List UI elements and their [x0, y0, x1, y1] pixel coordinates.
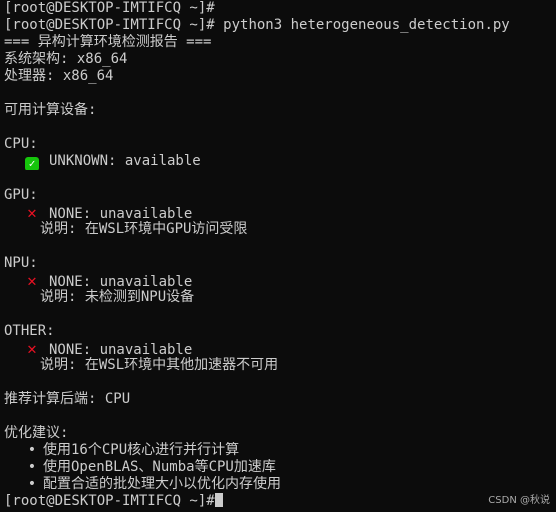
- cross-icon: ✕: [27, 272, 37, 289]
- shell-prompt: [root@DESKTOP-IMTIFCQ ~]#: [4, 17, 215, 33]
- command-text: python3 heterogeneous_detection.py: [223, 17, 510, 33]
- status-text: NONE: unavailable: [49, 342, 193, 357]
- section-cpu-status: ✓ UNKNOWN: available: [4, 153, 556, 170]
- section-cpu-title: CPU:: [4, 136, 38, 152]
- bullet-icon: •: [27, 459, 37, 475]
- section-npu-status: ✕ NONE: unavailable: [4, 272, 556, 289]
- final-prompt-line: [root@DESKTOP-IMTIFCQ ~]#: [4, 493, 556, 510]
- section-npu-note: 说明: 未检测到NPU设备: [40, 289, 195, 305]
- command-line: [root@DESKTOP-IMTIFCQ ~]# python3 hetero…: [4, 17, 556, 34]
- section-other-status: ✕ NONE: unavailable: [4, 340, 556, 357]
- watermark: CSDN @秋说: [488, 495, 550, 506]
- cross-icon: ✕: [27, 340, 37, 357]
- shell-prompt: [root@DESKTOP-IMTIFCQ ~]#: [4, 0, 215, 16]
- report-title: === 异构计算环境检测报告 ===: [4, 34, 212, 50]
- bullet-icon: •: [27, 442, 37, 458]
- suggestion-item: • 使用OpenBLAS、Numba等CPU加速库: [4, 459, 556, 476]
- section-other-title: OTHER:: [4, 323, 55, 339]
- status-text: NONE: unavailable: [49, 206, 193, 221]
- backend-line: 推荐计算后端: CPU: [4, 391, 131, 407]
- devices-heading: 可用计算设备:: [4, 102, 97, 118]
- status-text: UNKNOWN: available: [49, 153, 201, 169]
- cross-icon: ✕: [27, 204, 37, 221]
- suggestion-item: • 使用16个CPU核心进行并行计算: [4, 442, 556, 459]
- check-icon: ✓: [25, 157, 39, 170]
- section-gpu-note: 说明: 在WSL环境中GPU访问受限: [40, 221, 248, 237]
- status-text: NONE: unavailable: [49, 274, 193, 289]
- section-gpu-status: ✕ NONE: unavailable: [4, 204, 556, 221]
- suggest-heading: 优化建议:: [4, 425, 69, 441]
- bullet-icon: •: [27, 476, 37, 492]
- section-gpu-title: GPU:: [4, 187, 38, 203]
- cursor-icon: [214, 493, 223, 507]
- terminal-output[interactable]: [root@DESKTOP-IMTIFCQ ~]# [root@DESKTOP-…: [4, 0, 556, 512]
- prompt-line: [root@DESKTOP-IMTIFCQ ~]#: [4, 0, 556, 17]
- section-npu-title: NPU:: [4, 255, 38, 271]
- arch-line: 系统架构: x86_64: [4, 51, 128, 67]
- shell-prompt: [root@DESKTOP-IMTIFCQ ~]#: [4, 493, 215, 509]
- section-other-note: 说明: 在WSL环境中其他加速器不可用: [40, 357, 279, 373]
- processor-line: 处理器: x86_64: [4, 68, 114, 84]
- suggestion-item: • 配置合适的批处理大小以优化内存使用: [4, 476, 556, 493]
